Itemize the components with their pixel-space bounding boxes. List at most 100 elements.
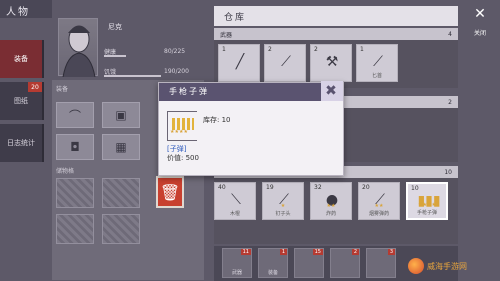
category-name: 装备 [267,270,278,276]
category-weapons[interactable]: 11 武器 [222,248,252,278]
character-portrait [58,18,98,78]
hp-bar-fill [104,55,126,57]
value-line: 价值: 500 [167,154,199,162]
warehouse-title: 仓库 [214,6,458,26]
category-tools[interactable]: 15 [294,248,324,278]
bag-icon: ◘ [70,140,80,154]
item-description: [子弹] 价值: 500 [167,145,199,163]
category-name: 武器 [231,270,242,276]
warehouse-section-weapons: 武器 4 1 ╱ 2 ⟋ 2 ⚒ 1 ⟋ 匕首 [214,28,458,88]
weapon-slot[interactable]: ⌒ [56,102,94,128]
equip-section-label: 装备 [56,86,69,93]
side-tab-equipment[interactable]: 装备 [0,40,44,78]
bag-slot[interactable]: ◘ [56,134,94,160]
item-count: 1 [360,46,364,53]
inventory-item[interactable]: 32 ● ★★ 炸药 [310,182,352,220]
hunger-value: 190/200 [164,67,189,75]
character-tab[interactable]: 人物 [0,0,52,18]
item-count: 32 [314,184,322,191]
item-count: 2 [314,46,318,53]
backpack-section-label: 储物格 [56,168,75,175]
watermark-logo-icon [408,258,424,274]
bow-icon: ⌒ [68,108,81,123]
item-type-tag: [子弹] [167,145,187,153]
item-name: 手枪子弹 [416,210,437,216]
side-tab-label: 日志统计 [7,139,35,147]
section-page: 2 [448,98,452,106]
character-name: 尼克 [108,23,122,31]
category-armor[interactable]: 1 装备 [258,248,288,278]
item-detail-popup: 手枪子弹 ✖ ★★★★ 库存: 10 [子弹] 价值: 500 [158,81,344,176]
count-badge: 11 [240,249,251,255]
item-name: 匕首 [371,73,382,79]
item-stars: ★★★★ [418,202,436,208]
vest-icon: ▣ [115,108,127,122]
popup-close-button[interactable]: ✖ [321,81,343,101]
close-icon: ✕ [474,6,486,22]
item-count: 2 [268,46,272,53]
item-stars: ★ [280,203,286,209]
inventory-item[interactable]: 19 ⟋ ★ 钉子头 [262,182,304,220]
armor-slot[interactable]: ▣ [102,102,140,128]
locked-slot [56,178,94,208]
side-tab-label: 装备 [14,55,28,63]
spear-icon: ⟋ [373,54,383,70]
hp-value: 80/225 [164,47,186,55]
count-badge: 2 [351,249,359,255]
inventory-item-selected[interactable]: 10 ▮▮▮ ★★★★ 手枪子弹 [406,182,448,220]
stock-label: 库存 [203,116,217,124]
clothes-slot[interactable]: ▦ [102,134,140,160]
close-label: 关闭 [473,30,486,37]
watermark: 威海手游网 [408,255,494,277]
side-tab-label: 图纸 [14,97,28,105]
locked-slot [102,214,140,244]
hp-row: 健康 80/225 [104,46,196,57]
category-food[interactable]: 2 [330,248,360,278]
item-count: 1 [222,46,226,53]
item-count: 20 [362,184,370,191]
item-name: 木棍 [229,211,240,217]
item-name: 钉子头 [275,211,291,217]
item-count: 19 [266,184,274,191]
section-page: 4 [448,30,452,38]
side-tab-log[interactable]: 日志统计 [0,124,44,162]
rifle-icon: ╱ [235,54,245,70]
item-stars: ★★ [326,203,336,209]
inventory-item[interactable]: 2 ⚒ [310,44,352,82]
count-badge: 15 [312,249,323,255]
hunger-row: 饥饿 190/200 [104,66,196,77]
category-misc[interactable]: 3 [366,248,396,278]
item-stars: ★★ [374,203,384,209]
inventory-item[interactable]: 1 ╱ [218,44,260,82]
count-badge: 3 [387,249,395,255]
inventory-item[interactable]: 40 ⟍ 木棍 [214,182,256,220]
hp-bar: 健康 [104,47,164,57]
inventory-item[interactable]: 1 ⟋ 匕首 [356,44,398,82]
hammer-icon: ⚒ [325,54,339,70]
hunger-bar-fill [104,75,161,77]
close-icon: ✖ [325,83,339,99]
item-count: 10 [411,185,419,192]
side-tab-blueprints[interactable]: 图纸 20 [0,82,44,120]
popup-header: 手枪子弹 ✖ [159,81,343,101]
discard-button[interactable]: 🗑 [156,176,184,208]
watermark-text: 威海手游网 [427,261,467,271]
value-amount: 500 [185,154,199,162]
inventory-item[interactable]: 20 ⟋ ★★ 烟雾弹药 [358,182,400,220]
shirt-icon: ▦ [115,140,127,154]
count-badge: 1 [279,249,287,255]
close-button[interactable]: ✕ 关闭 [466,6,494,48]
ammo-icon: ★★★★ [167,111,197,141]
stick-icon: ⟍ [231,192,241,208]
trash-icon: 🗑 [159,182,181,202]
hunger-bar: 饥饿 [104,67,164,77]
item-stars: ★★★★ [170,129,188,135]
popup-title: 手枪子弹 [169,87,209,96]
warehouse-section-materials: 材料 10 40 ⟍ 木棍 19 ⟋ ★ 钉子头 32 ● ★★ 炸药 20 ⟋… [214,166,458,244]
value-label: 价值 [167,154,181,162]
avatar [62,25,96,78]
locked-slot [102,178,140,208]
stock-line: 库存: 10 [203,116,231,124]
item-name: 烟雾弹药 [368,211,389,217]
inventory-item[interactable]: 2 ⟋ [264,44,306,82]
